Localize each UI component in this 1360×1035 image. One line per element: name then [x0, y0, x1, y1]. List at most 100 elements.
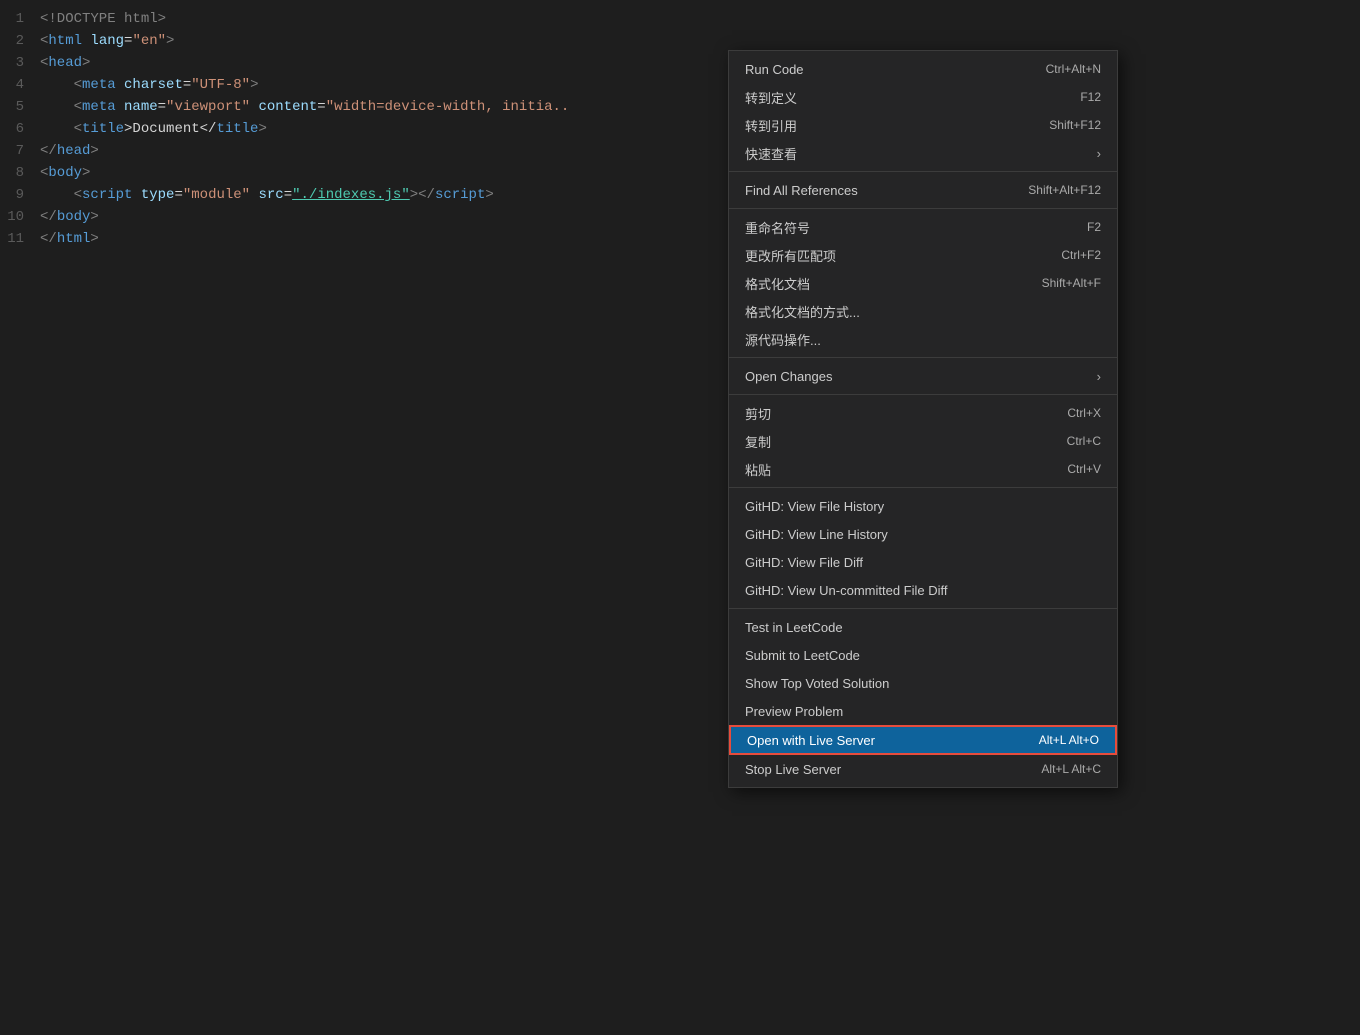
code-line: 4 <meta charset="UTF-8"> — [0, 74, 1360, 96]
menu-item-label: Submit to LeetCode — [745, 648, 1101, 663]
menu-item-label: 复制 — [745, 432, 1051, 451]
editor-area: 1<!DOCTYPE html>2<html lang="en">3<head>… — [0, 0, 1360, 1035]
line-number: 11 — [0, 228, 40, 250]
menu-item-label: GitHD: View File History — [745, 499, 1101, 514]
menu-item-label: Open Changes — [745, 369, 1089, 384]
code-line: 11</html> — [0, 228, 1360, 250]
line-content: <script type="module" src="./indexes.js"… — [40, 184, 494, 206]
menu-item-label: 转到引用 — [745, 116, 1033, 135]
menu-item-label: 剪切 — [745, 404, 1051, 423]
menu-item-label: Test in LeetCode — [745, 620, 1101, 635]
menu-item-label: Preview Problem — [745, 704, 1101, 719]
menu-item-label: 格式化文档 — [745, 274, 1026, 293]
menu-item-source-action[interactable]: 源代码操作... — [729, 325, 1117, 353]
line-content: <meta charset="UTF-8"> — [40, 74, 258, 96]
menu-item-label: 源代码操作... — [745, 330, 1101, 349]
line-number: 7 — [0, 140, 40, 162]
menu-item-label: GitHD: View Un-committed File Diff — [745, 583, 1101, 598]
menu-item-githd-file-diff[interactable]: GitHD: View File Diff — [729, 548, 1117, 576]
menu-item-shortcut: F2 — [1087, 220, 1101, 234]
line-content: <meta name="viewport" content="width=dev… — [40, 96, 569, 118]
line-content: </html> — [40, 228, 99, 250]
code-line: 7</head> — [0, 140, 1360, 162]
menu-item-goto-ref[interactable]: 转到引用 Shift+F12 — [729, 111, 1117, 139]
menu-item-shortcut: Alt+L Alt+C — [1041, 762, 1101, 776]
menu-item-label: Run Code — [745, 62, 1030, 77]
menu-item-label: 更改所有匹配项 — [745, 246, 1045, 265]
menu-separator — [729, 171, 1117, 172]
line-content: <title>Document</title> — [40, 118, 267, 140]
menu-item-label: Find All References — [745, 183, 1012, 198]
menu-item-format-doc[interactable]: 格式化文档 Shift+Alt+F — [729, 269, 1117, 297]
line-content: <head> — [40, 52, 90, 74]
line-number: 10 — [0, 206, 40, 228]
code-line: 3<head> — [0, 52, 1360, 74]
menu-separator — [729, 394, 1117, 395]
menu-item-githd-line-history[interactable]: GitHD: View Line History — [729, 520, 1117, 548]
menu-item-format-doc-with[interactable]: 格式化文档的方式... — [729, 297, 1117, 325]
menu-item-rename[interactable]: 重命名符号 F2 — [729, 213, 1117, 241]
menu-item-label: 快速查看 — [745, 144, 1089, 163]
menu-item-shortcut: Ctrl+C — [1067, 434, 1101, 448]
menu-item-test-leetcode[interactable]: Test in LeetCode — [729, 613, 1117, 641]
menu-item-label: 粘贴 — [745, 460, 1051, 479]
chevron-right-icon: › — [1097, 146, 1101, 161]
line-content: <!DOCTYPE html> — [40, 8, 166, 30]
menu-item-submit-leetcode[interactable]: Submit to LeetCode — [729, 641, 1117, 669]
line-content: <html lang="en"> — [40, 30, 174, 52]
menu-item-change-all[interactable]: 更改所有匹配项 Ctrl+F2 — [729, 241, 1117, 269]
line-number: 2 — [0, 30, 40, 52]
code-line: 6 <title>Document</title> — [0, 118, 1360, 140]
menu-item-quick-look[interactable]: 快速查看 › — [729, 139, 1117, 167]
code-line: 8<body> — [0, 162, 1360, 184]
menu-item-shortcut: Ctrl+F2 — [1061, 248, 1101, 262]
menu-item-shortcut: Shift+Alt+F — [1042, 276, 1101, 290]
menu-item-label: Stop Live Server — [745, 762, 1025, 777]
menu-item-label: 转到定义 — [745, 88, 1064, 107]
menu-separator — [729, 487, 1117, 488]
line-number: 6 — [0, 118, 40, 140]
line-content: </head> — [40, 140, 99, 162]
code-line: 5 <meta name="viewport" content="width=d… — [0, 96, 1360, 118]
line-content: <body> — [40, 162, 90, 184]
line-number: 3 — [0, 52, 40, 74]
menu-item-label: 格式化文档的方式... — [745, 302, 1101, 321]
context-menu[interactable]: Run Code Ctrl+Alt+N 转到定义 F12 转到引用 Shift+F12 快速… — [728, 50, 1118, 788]
line-number: 1 — [0, 8, 40, 30]
menu-item-shortcut: Shift+F12 — [1049, 118, 1101, 132]
menu-item-githd-uncommitted[interactable]: GitHD: View Un-committed File Diff — [729, 576, 1117, 604]
line-content: </body> — [40, 206, 99, 228]
code-lines: 1<!DOCTYPE html>2<html lang="en">3<head>… — [0, 0, 1360, 258]
menu-item-preview-problem[interactable]: Preview Problem — [729, 697, 1117, 725]
code-line: 10</body> — [0, 206, 1360, 228]
menu-item-copy[interactable]: 复制 Ctrl+C — [729, 427, 1117, 455]
menu-item-shortcut: Alt+L Alt+O — [1039, 733, 1099, 747]
line-number: 9 — [0, 184, 40, 206]
menu-item-stop-live-server[interactable]: Stop Live Server Alt+L Alt+C — [729, 755, 1117, 783]
code-line: 2<html lang="en"> — [0, 30, 1360, 52]
menu-item-run-code[interactable]: Run Code Ctrl+Alt+N — [729, 55, 1117, 83]
line-number: 5 — [0, 96, 40, 118]
chevron-right-icon: › — [1097, 369, 1101, 384]
menu-item-paste[interactable]: 粘贴 Ctrl+V — [729, 455, 1117, 483]
menu-item-githd-file-history[interactable]: GitHD: View File History — [729, 492, 1117, 520]
menu-item-show-top-voted[interactable]: Show Top Voted Solution — [729, 669, 1117, 697]
menu-item-shortcut: F12 — [1080, 90, 1101, 104]
menu-item-label: Open with Live Server — [747, 733, 1023, 748]
menu-separator — [729, 357, 1117, 358]
menu-item-open-live-server[interactable]: Open with Live Server Alt+L Alt+O — [729, 725, 1117, 755]
menu-item-open-changes[interactable]: Open Changes › — [729, 362, 1117, 390]
menu-item-cut[interactable]: 剪切Ctrl+X — [729, 399, 1117, 427]
menu-separator — [729, 208, 1117, 209]
menu-item-shortcut: Shift+Alt+F12 — [1028, 183, 1101, 197]
code-line: 9 <script type="module" src="./indexes.j… — [0, 184, 1360, 206]
menu-item-label: 重命名符号 — [745, 218, 1071, 237]
menu-separator — [729, 608, 1117, 609]
menu-item-label: GitHD: View Line History — [745, 527, 1101, 542]
menu-item-goto-def[interactable]: 转到定义 F12 — [729, 83, 1117, 111]
menu-item-find-all-refs[interactable]: Find All References Shift+Alt+F12 — [729, 176, 1117, 204]
menu-item-label: GitHD: View File Diff — [745, 555, 1101, 570]
menu-item-shortcut: Ctrl+Alt+N — [1046, 62, 1101, 76]
menu-item-shortcut: Ctrl+V — [1067, 462, 1101, 476]
code-line: 1<!DOCTYPE html> — [0, 8, 1360, 30]
